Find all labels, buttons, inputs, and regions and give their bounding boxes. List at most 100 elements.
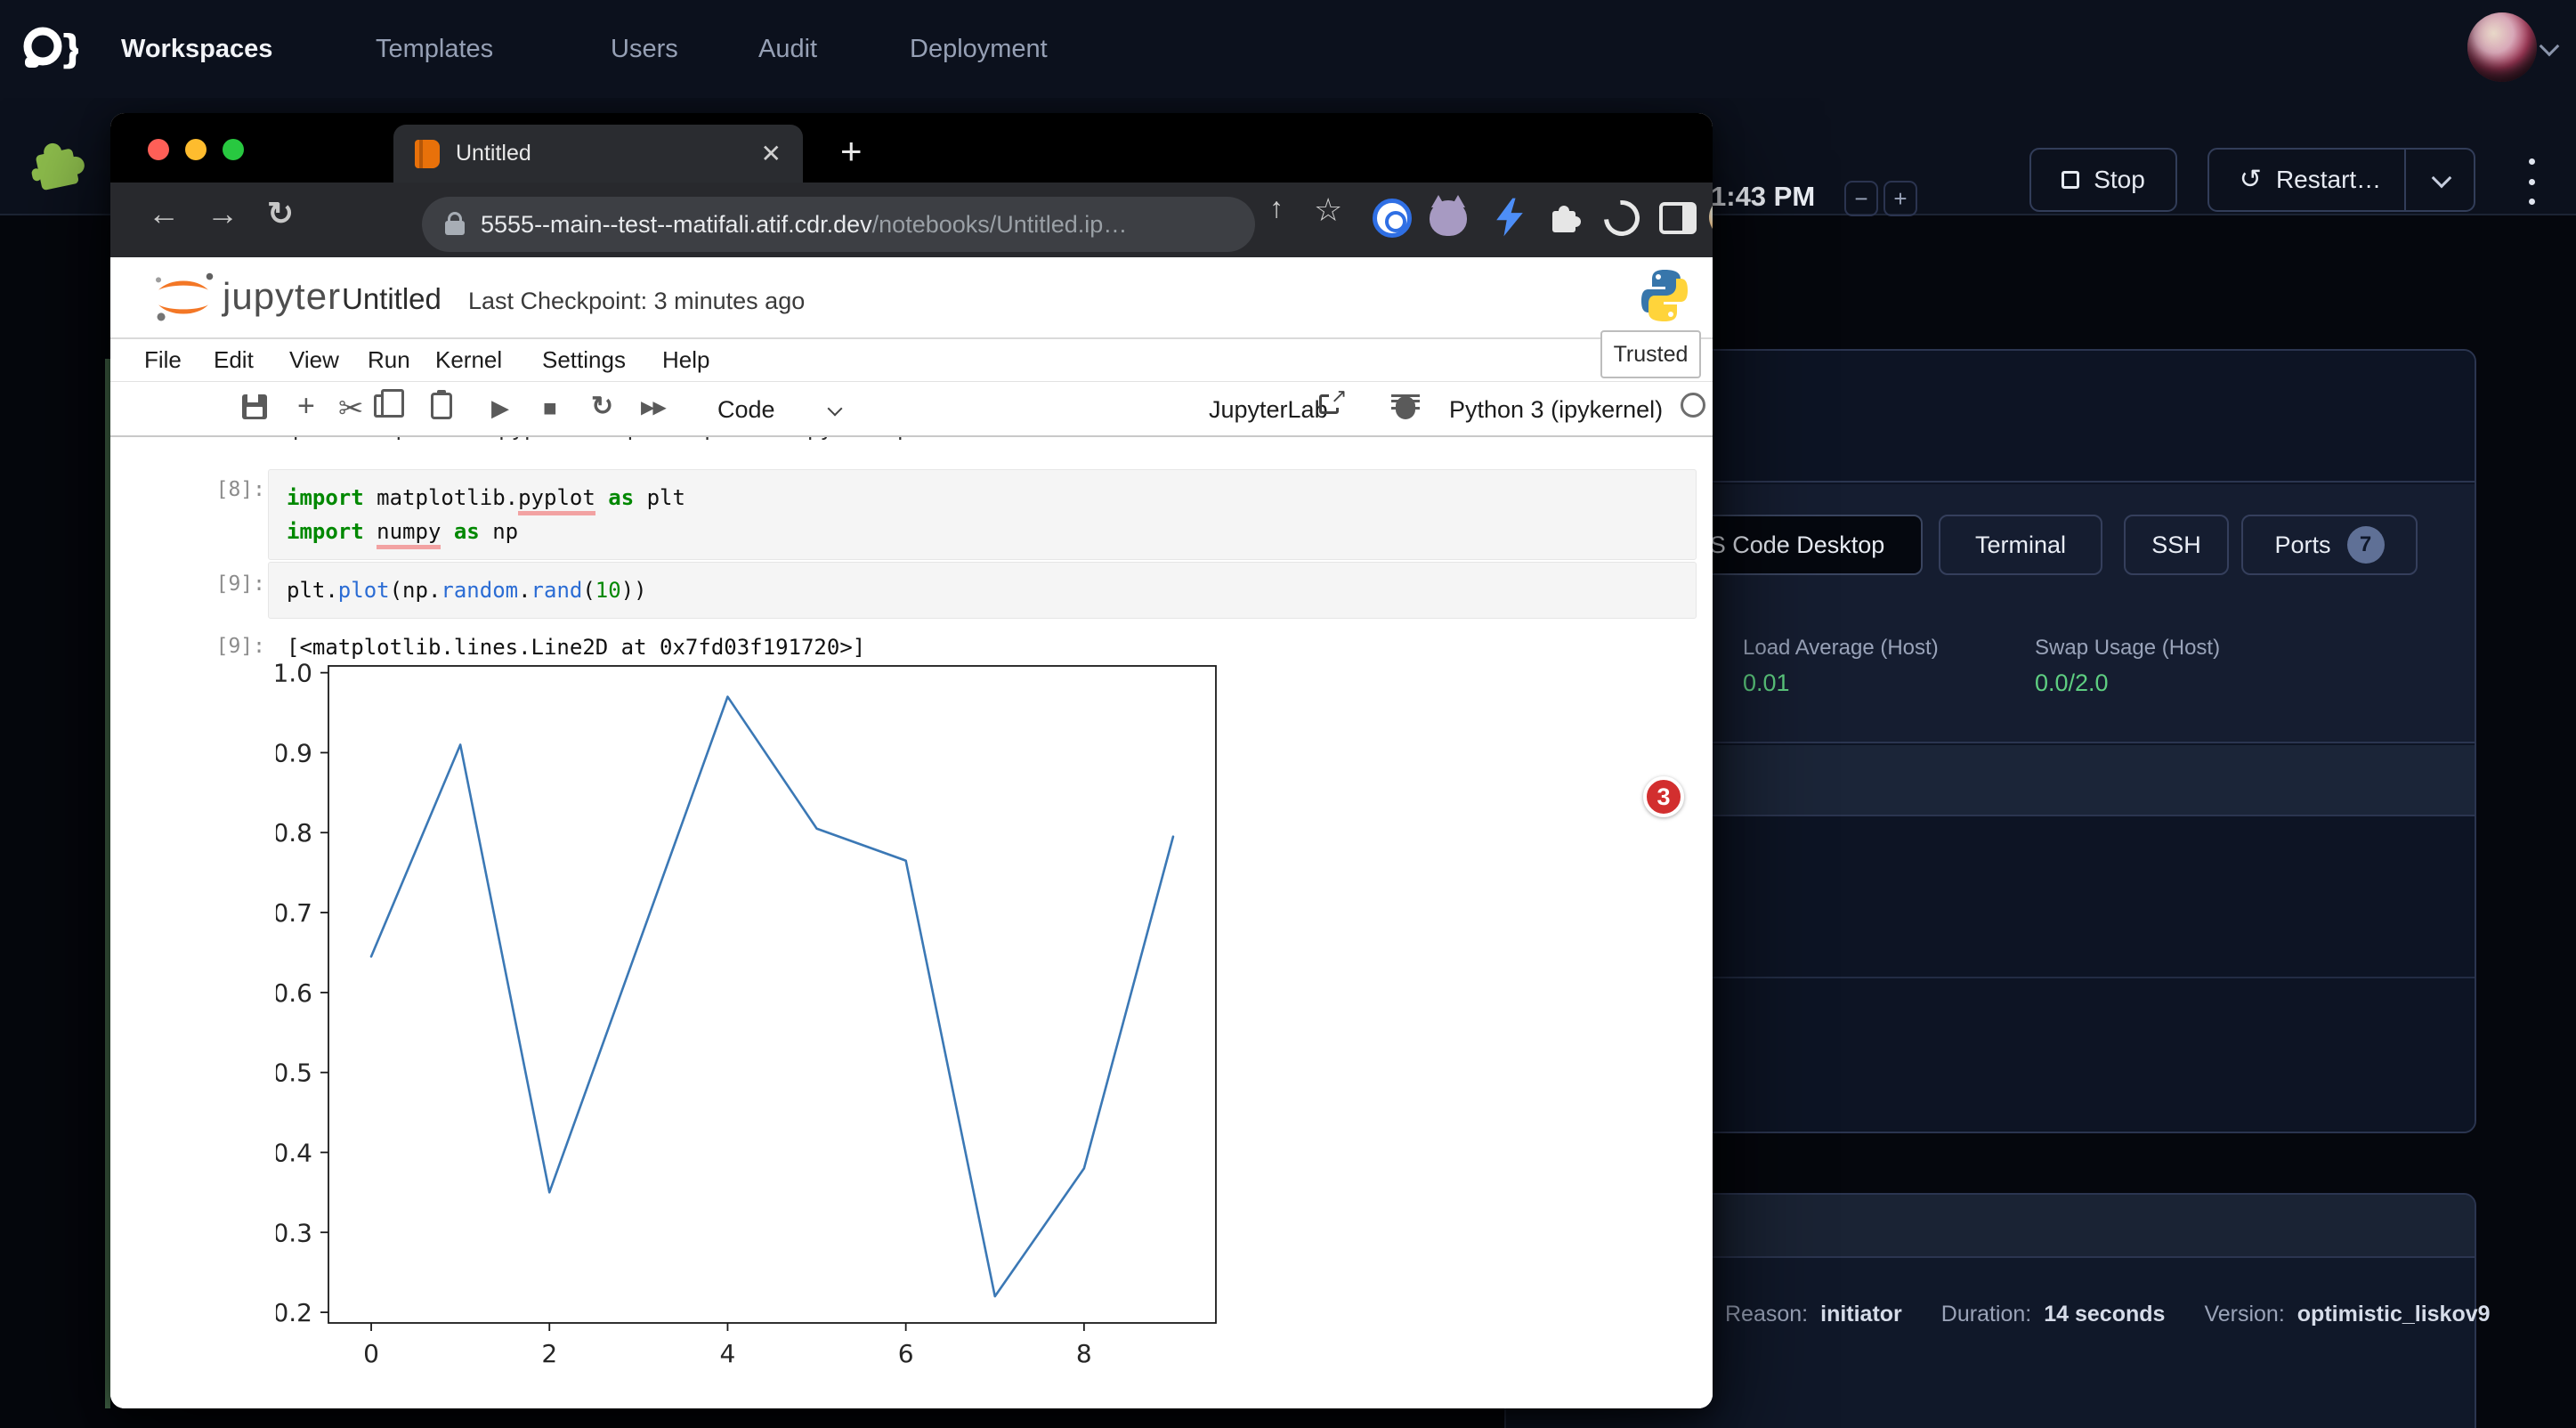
tab-title: Untitled — [456, 141, 745, 166]
tab-ssh[interactable]: SSH — [2124, 515, 2229, 575]
menu-kernel[interactable]: Kernel — [435, 346, 502, 374]
extensions-puzzle-icon[interactable] — [1545, 199, 1584, 242]
copy-icon[interactable] — [374, 394, 392, 418]
jupyter-page: jupyter Untitled Last Checkpoint: 3 minu… — [110, 257, 1713, 1408]
nav-item-workspaces[interactable]: Workspaces — [121, 0, 272, 98]
tab-terminal[interactable]: Terminal — [1939, 515, 2102, 575]
svg-text:0: 0 — [363, 1339, 379, 1368]
browser-tab[interactable]: Untitled ✕ — [393, 125, 803, 183]
nav-item-users[interactable]: Users — [611, 0, 678, 98]
debugger-bug-icon[interactable] — [1396, 396, 1415, 419]
chevron-down-icon[interactable] — [2432, 168, 2452, 189]
menu-view[interactable]: View — [289, 346, 339, 374]
zoom-in-button[interactable]: + — [1883, 181, 1917, 216]
stop-icon — [2062, 171, 2079, 189]
python-logo-icon — [1640, 266, 1689, 329]
forward-button[interactable]: → — [207, 195, 239, 232]
browser-window: Untitled ✕ + ← → ↻ 5555--main--test--mat… — [110, 113, 1713, 1408]
back-button[interactable]: ← — [148, 195, 180, 232]
paste-icon[interactable] — [431, 393, 452, 419]
kernel-name[interactable]: Python 3 (ipykernel) — [1449, 396, 1663, 424]
menu-run[interactable]: Run — [368, 346, 410, 374]
run-all-icon[interactable]: ▶▶ — [641, 396, 665, 418]
notification-badge[interactable]: 3 — [1643, 776, 1684, 817]
trusted-button[interactable]: Trusted — [1600, 330, 1701, 378]
more-options-button[interactable] — [2514, 158, 2549, 205]
run-cell-icon[interactable]: ▶ — [491, 394, 509, 422]
tab-label: Ports — [2274, 531, 2330, 559]
reload-button[interactable]: ↻ — [267, 195, 294, 232]
user-avatar[interactable] — [2467, 12, 2537, 82]
kernel-status-icon — [1681, 393, 1705, 418]
svg-text:0.3: 0.3 — [276, 1218, 312, 1247]
duration-value: 14 seconds — [2044, 1302, 2165, 1327]
share-icon[interactable]: ↑ — [1269, 191, 1284, 224]
clipped-code-line: import matplotlib.pyplot as plt import n… — [267, 437, 1424, 450]
restart-kernel-icon[interactable]: ↻ — [591, 391, 613, 422]
version-value: optimistic_liskov9 — [2297, 1302, 2491, 1327]
onepassword-extension-icon[interactable] — [1373, 199, 1412, 238]
jupyter-wordmark: jupyter — [223, 275, 341, 318]
restart-label: Restart… — [2276, 166, 2381, 194]
tab-ports[interactable]: Ports 7 — [2241, 515, 2418, 575]
jupyter-menubar — [110, 339, 1713, 382]
lightning-extension-icon[interactable] — [1492, 197, 1527, 242]
stop-label: Stop — [2094, 166, 2145, 194]
github-extension-icon[interactable] — [1430, 200, 1467, 236]
close-window-button[interactable] — [148, 139, 169, 160]
lock-icon — [445, 221, 465, 235]
svg-text:4: 4 — [720, 1339, 736, 1368]
external-link-icon[interactable] — [1319, 394, 1339, 414]
menu-help[interactable]: Help — [662, 346, 709, 374]
menu-edit[interactable]: Edit — [214, 346, 254, 374]
chevron-down-icon[interactable] — [2542, 39, 2556, 58]
menu-settings[interactable]: Settings — [542, 346, 626, 374]
cut-icon[interactable]: ✂ — [338, 391, 364, 426]
minimize-window-button[interactable] — [185, 139, 207, 160]
duration-label: Duration: — [1941, 1302, 2031, 1327]
svg-text:0.7: 0.7 — [276, 898, 312, 928]
notebook-content: import matplotlib.pyplot as plt import n… — [110, 437, 1713, 1408]
jupyterlab-link[interactable]: JupyterLab — [1209, 396, 1328, 424]
restart-button[interactable]: ↺ Restart… — [2207, 148, 2475, 212]
maximize-window-button[interactable] — [223, 139, 244, 160]
interrupt-kernel-icon[interactable]: ■ — [543, 394, 557, 422]
restart-icon: ↺ — [2240, 166, 2262, 193]
jupyter-logo-icon — [150, 270, 217, 329]
svg-text:0.9: 0.9 — [276, 738, 312, 767]
output-prompt: [9]: — [194, 635, 265, 658]
notebook-title[interactable]: Untitled — [342, 282, 441, 316]
browser-titlebar[interactable]: Untitled ✕ + — [110, 113, 1713, 183]
bookmark-star-icon[interactable]: ☆ — [1314, 191, 1342, 229]
tab-label: VS Code Desktop — [1694, 531, 1885, 559]
checkpoint-status: Last Checkpoint: 3 minutes ago — [468, 288, 805, 315]
svg-text:0.2: 0.2 — [276, 1298, 312, 1327]
svg-text:0.6: 0.6 — [276, 978, 312, 1008]
code-cell-8[interactable]: import matplotlib.pyplot as pltimport nu… — [268, 469, 1697, 560]
menu-file[interactable]: File — [144, 346, 182, 374]
url-text: 5555--main--test--matifali.atif.cdr.dev/… — [481, 211, 1127, 239]
close-tab-icon[interactable]: ✕ — [761, 139, 782, 168]
zoom-out-button[interactable]: − — [1844, 181, 1878, 216]
tab-label: Terminal — [1975, 531, 2066, 559]
add-cell-icon[interactable]: + — [297, 389, 315, 424]
swap-usage-value: 0.0/2.0 — [2035, 669, 2109, 697]
address-bar[interactable]: 5555--main--test--matifali.atif.cdr.dev/… — [422, 197, 1255, 252]
svg-text:0.4: 0.4 — [276, 1138, 312, 1167]
nav-item-audit[interactable]: Audit — [758, 0, 817, 98]
jupyter-header: jupyter Untitled Last Checkpoint: 3 minu… — [110, 257, 1713, 339]
code-cell-9[interactable]: plt.plot(np.random.rand(10)) — [268, 562, 1697, 619]
side-panel-icon[interactable] — [1659, 202, 1697, 234]
svg-text:2: 2 — [541, 1339, 557, 1368]
save-icon[interactable] — [242, 394, 267, 419]
cell-type-select[interactable]: Code — [717, 396, 775, 424]
reason-value: initiator — [1820, 1302, 1902, 1327]
svg-text:}: } — [59, 27, 78, 72]
svg-text:8: 8 — [1076, 1339, 1092, 1368]
coder-logo-icon[interactable]: } — [16, 21, 78, 77]
nav-item-deployment[interactable]: Deployment — [910, 0, 1048, 98]
nav-item-templates[interactable]: Templates — [376, 0, 493, 98]
screen: } Workspaces Templates Users Audit Deplo… — [0, 0, 2576, 1428]
stop-button[interactable]: Stop — [2029, 148, 2177, 212]
new-tab-button[interactable]: + — [840, 133, 863, 170]
